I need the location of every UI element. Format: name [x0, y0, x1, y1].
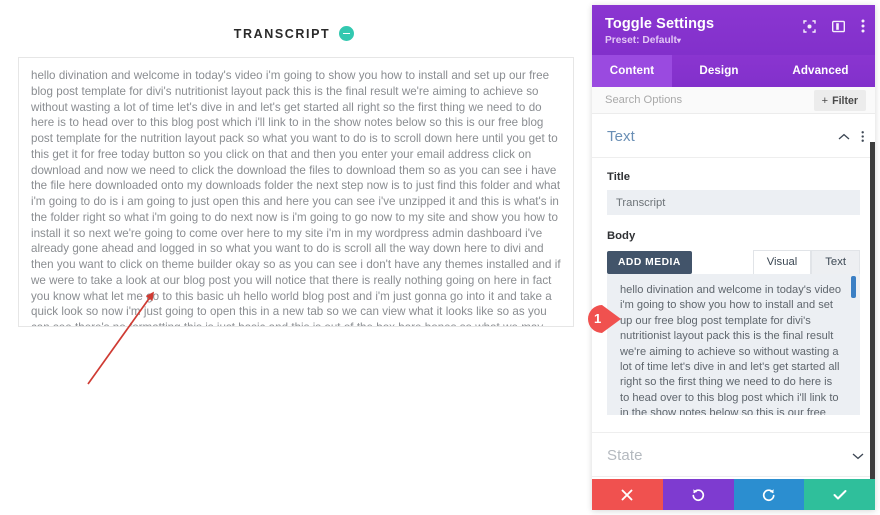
- section-title-state: State: [607, 447, 643, 464]
- editor-toolbar: ADD MEDIA Visual Text: [607, 249, 860, 274]
- redo-button[interactable]: [733, 479, 805, 510]
- tab-design[interactable]: Design: [672, 55, 766, 87]
- chevron-down-icon[interactable]: [852, 452, 864, 460]
- search-row: + Filter: [592, 87, 875, 114]
- preset-selector[interactable]: Preset: Default▾: [605, 35, 862, 46]
- add-media-button[interactable]: ADD MEDIA: [607, 251, 692, 274]
- panel-scroll-area: Text Title Body: [592, 114, 875, 479]
- tab-text[interactable]: Text: [811, 250, 860, 274]
- panel-header-icons: [803, 19, 865, 33]
- save-button[interactable]: [804, 479, 875, 510]
- close-x-icon: [621, 489, 633, 500]
- section-header-state[interactable]: State: [592, 432, 875, 477]
- body-field-label: Body: [607, 230, 636, 242]
- preset-label: Preset: Default: [605, 35, 677, 46]
- transcript-text: hello divination and welcome in today's …: [31, 69, 561, 326]
- more-vertical-icon[interactable]: [861, 130, 864, 143]
- title-field-label: Title: [607, 171, 631, 183]
- transcript-card: hello divination and welcome in today's …: [18, 57, 574, 327]
- toggle-settings-panel: Toggle Settings Preset: Default▾ Content…: [592, 5, 875, 510]
- more-vertical-icon[interactable]: [861, 19, 865, 33]
- undo-button[interactable]: [662, 479, 734, 510]
- marker-teardrop-shape: [588, 305, 621, 333]
- chevron-up-icon[interactable]: [838, 133, 850, 141]
- plus-icon: +: [821, 94, 829, 107]
- section-actions: [838, 130, 864, 143]
- page-title: TRANSCRIPT: [233, 26, 331, 41]
- minus-circle-icon[interactable]: [339, 26, 355, 41]
- annotation-marker-1: 1: [585, 304, 623, 334]
- body-textarea[interactable]: hello divination and welcome in today's …: [607, 274, 860, 415]
- search-input[interactable]: [605, 94, 795, 106]
- textarea-scrollbar[interactable]: [851, 276, 856, 298]
- transcript-pane: TRANSCRIPT hello divination and welcome …: [0, 0, 588, 515]
- panel-layout-icon[interactable]: [832, 20, 845, 33]
- title-field-block: Title: [592, 158, 875, 215]
- tab-advanced[interactable]: Advanced: [766, 55, 875, 87]
- body-textarea-text: hello divination and welcome in today's …: [620, 284, 842, 415]
- redo-arrow-icon: [762, 488, 775, 501]
- chevron-down-icon: ▾: [676, 36, 681, 45]
- screen-root: TRANSCRIPT hello divination and welcome …: [0, 0, 880, 515]
- tab-content[interactable]: Content: [592, 55, 672, 87]
- undo-arrow-icon: [692, 488, 705, 501]
- filter-button[interactable]: + Filter: [813, 90, 866, 111]
- panel-scrollbar[interactable]: [870, 142, 875, 479]
- transcript-header: TRANSCRIPT: [0, 26, 588, 41]
- annotation-marker-number: 1: [594, 311, 602, 326]
- panel-tabs: Content Design Advanced: [592, 55, 875, 87]
- cancel-button[interactable]: [592, 479, 663, 510]
- section-header-text[interactable]: Text: [592, 114, 875, 158]
- tab-visual[interactable]: Visual: [752, 250, 812, 274]
- title-input[interactable]: [607, 190, 860, 215]
- filter-label: Filter: [832, 94, 858, 107]
- editor-mode-tabs: Visual Text: [752, 250, 860, 274]
- check-icon: [833, 489, 847, 499]
- section-title-text: Text: [607, 128, 635, 145]
- panel-header: Toggle Settings Preset: Default▾: [592, 5, 875, 55]
- body-field-block: Body ADD MEDIA Visual Text hello divinat…: [592, 215, 875, 415]
- panel-footer: [592, 479, 875, 510]
- target-focus-icon[interactable]: [803, 19, 816, 33]
